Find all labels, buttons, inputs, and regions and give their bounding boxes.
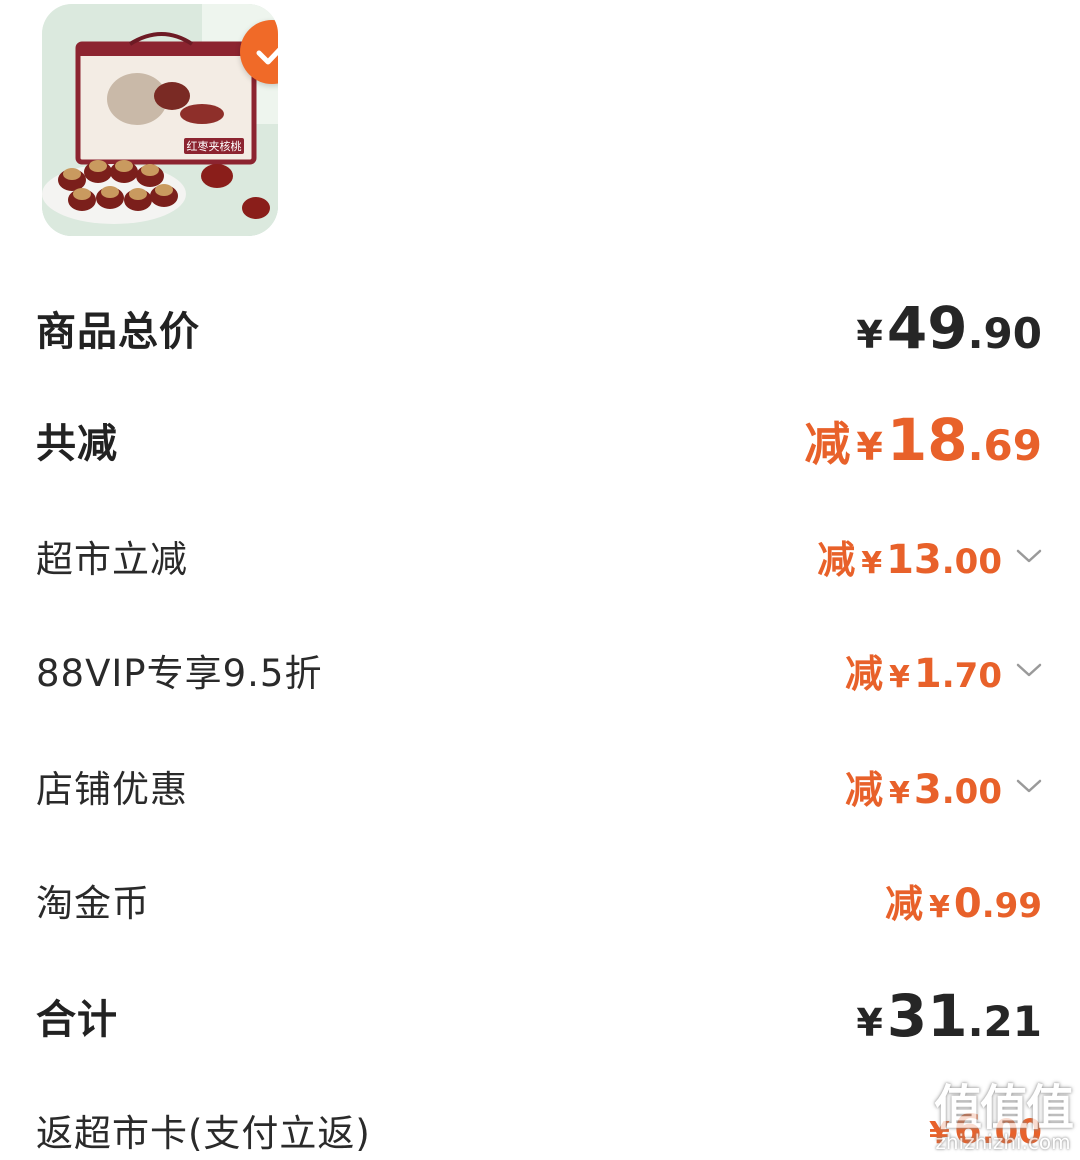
discount-amount: 减 ¥ 13 .00 <box>817 529 1042 584</box>
discount-prefix: 减 <box>804 417 851 471</box>
chevron-down-icon[interactable] <box>1016 662 1042 678</box>
total-discount-label: 共减 <box>36 421 118 467</box>
currency-symbol: ¥ <box>889 775 910 811</box>
amount-integer: 13 <box>886 536 942 583</box>
amount-decimal: .00 <box>941 541 1002 582</box>
amount-decimal: .90 <box>967 309 1042 358</box>
discount-prefix: 减 <box>845 767 884 812</box>
discount-row-store[interactable]: 店铺优惠 减 ¥ 3 .00 <box>36 758 1042 814</box>
discount-prefix: 减 <box>885 881 924 926</box>
discount-label: 淘金币 <box>36 882 150 925</box>
discount-label: 店铺优惠 <box>36 768 188 811</box>
amount-integer: 31 <box>886 982 968 1050</box>
subtotal-label: 合计 <box>36 997 118 1043</box>
currency-symbol: ¥ <box>861 545 883 581</box>
total-price-label: 商品总价 <box>36 309 200 355</box>
currency-symbol: ¥ <box>856 313 883 357</box>
subtotal-row: 合计 ¥ 31 .21 <box>36 982 1042 1050</box>
discount-label: 88VIP专享9.5折 <box>36 652 323 695</box>
discount-prefix: 减 <box>845 651 884 696</box>
amount-decimal: .00 <box>941 771 1002 812</box>
watermark: 值值值 zhizhizhi.com <box>933 1080 1074 1154</box>
discount-amount: 减 ¥ 0 .99 <box>885 873 1042 928</box>
watermark-logo: 值值值 <box>933 1080 1074 1136</box>
discount-row-supermarket[interactable]: 超市立减 减 ¥ 13 .00 <box>36 528 1042 584</box>
amount-integer: 18 <box>886 406 968 474</box>
amount-decimal: .99 <box>981 885 1042 926</box>
watermark-url: zhizhizhi.com <box>935 1130 1071 1154</box>
subtotal-amount: ¥ 31 .21 <box>856 982 1042 1050</box>
amount-integer: 1 <box>913 650 942 697</box>
package-text: 红枣夹核桃 <box>187 139 242 153</box>
check-icon <box>256 47 278 65</box>
amount-decimal: .69 <box>967 421 1042 470</box>
product-thumbnail[interactable]: 红枣夹核桃 <box>42 4 278 236</box>
currency-symbol: ¥ <box>856 425 883 469</box>
cashback-label: 返超市卡(支付立返) <box>36 1112 371 1155</box>
discount-row-88vip[interactable]: 88VIP专享9.5折 减 ¥ 1 .70 <box>36 642 1042 698</box>
chevron-down-icon[interactable] <box>1016 778 1042 794</box>
chevron-down-icon[interactable] <box>1016 548 1042 564</box>
amount-decimal: .21 <box>967 997 1042 1046</box>
amount-integer: 0 <box>953 880 982 927</box>
discount-amount: 减 ¥ 3 .00 <box>845 759 1042 814</box>
cashback-row: 返超市卡(支付立返) ¥ 6 .00 <box>36 1102 1042 1158</box>
discount-prefix: 减 <box>817 537 856 582</box>
discount-label: 超市立减 <box>36 538 188 581</box>
currency-symbol: ¥ <box>856 1001 883 1045</box>
amount-integer: 49 <box>886 294 968 362</box>
discount-amount: 减 ¥ 1 .70 <box>845 643 1042 698</box>
amount-decimal: .70 <box>941 655 1002 696</box>
currency-symbol: ¥ <box>929 889 950 925</box>
total-discount-amount: 减 ¥ 18 .69 <box>804 406 1042 474</box>
total-price-amount: ¥ 49 .90 <box>856 294 1042 362</box>
selected-badge[interactable] <box>240 20 278 84</box>
currency-symbol: ¥ <box>889 659 910 695</box>
amount-integer: 3 <box>913 766 942 813</box>
total-discount-row: 共减 减 ¥ 18 .69 <box>36 406 1042 474</box>
total-price-row: 商品总价 ¥ 49 .90 <box>36 294 1042 362</box>
discount-row-taojinbi: 淘金币 减 ¥ 0 .99 <box>36 872 1042 928</box>
